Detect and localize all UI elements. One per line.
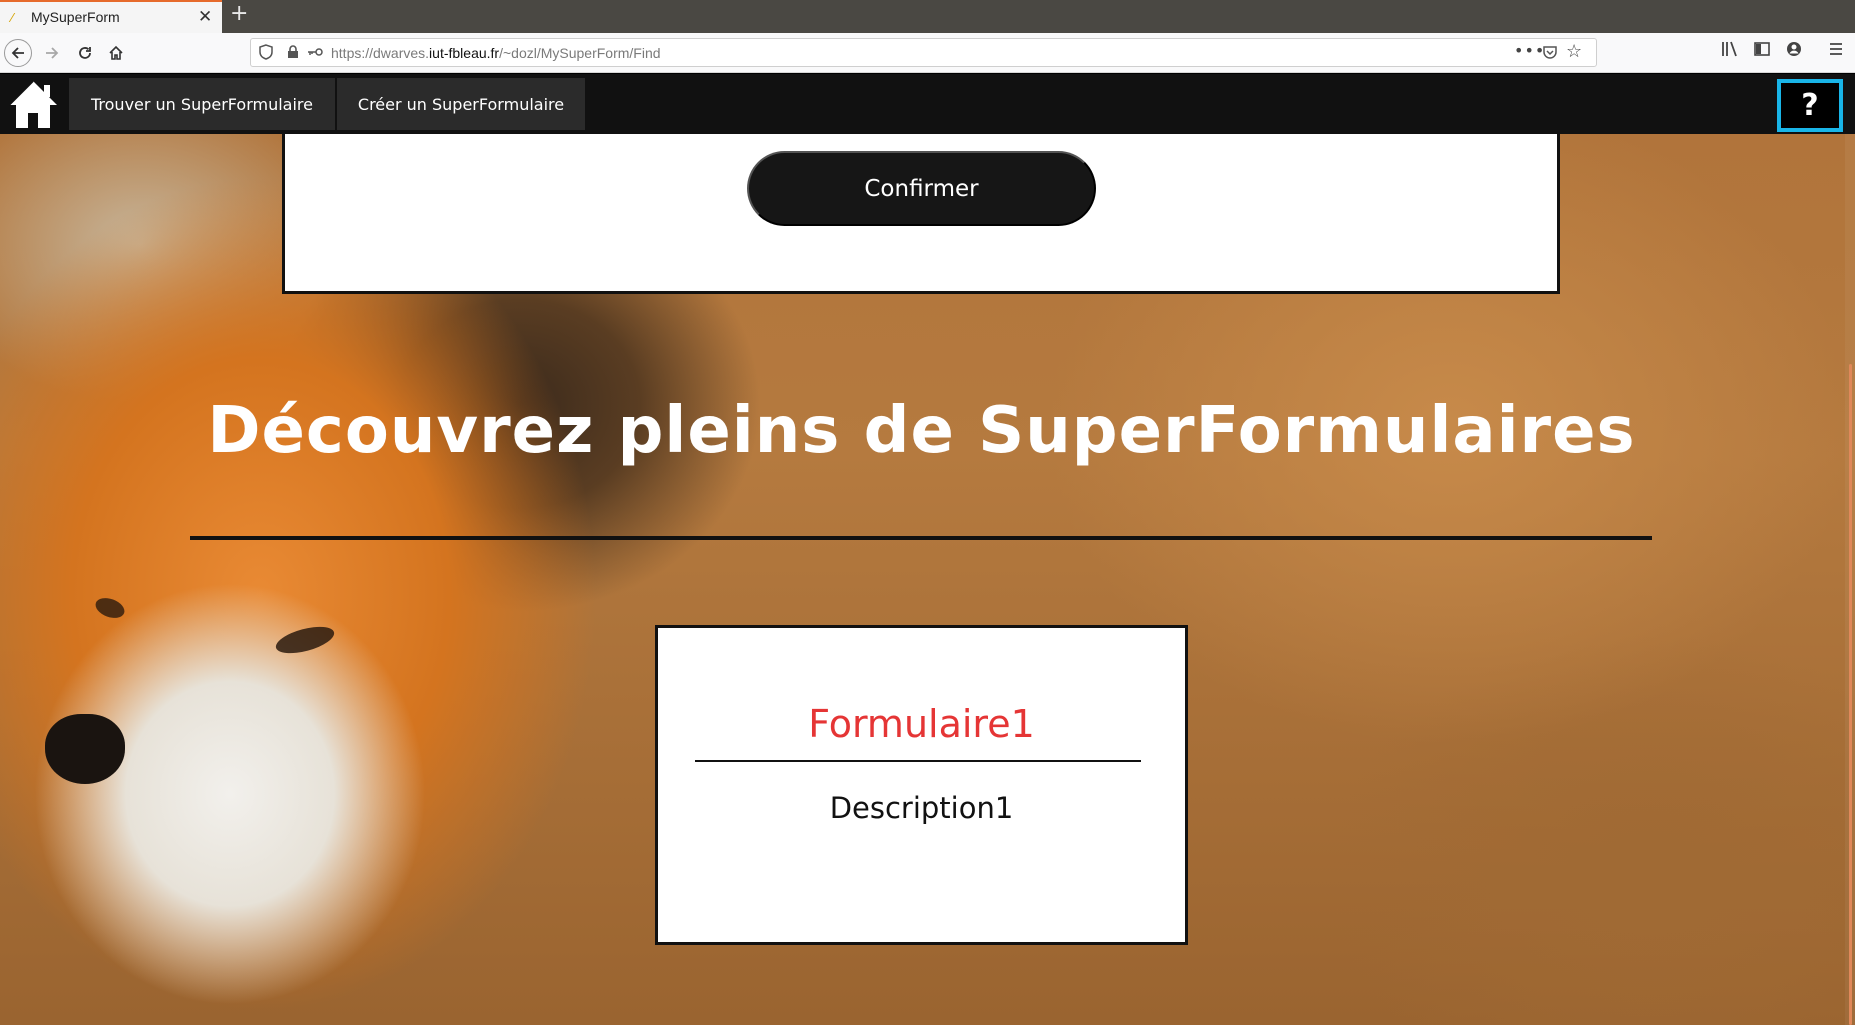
forward-button[interactable]: [38, 39, 66, 67]
favicon-icon: ⁄: [11, 11, 14, 25]
url-text[interactable]: https://dwarves.iut-fbleau.fr/~dozl/MySu…: [331, 45, 661, 61]
url-bar[interactable]: https://dwarves.iut-fbleau.fr/~dozl/MySu…: [250, 38, 1597, 67]
find-superform-link[interactable]: Trouver un SuperFormulaire: [69, 78, 335, 130]
create-superform-link[interactable]: Créer un SuperFormulaire: [337, 78, 585, 130]
fox-nose-shape: [45, 714, 125, 784]
form-card[interactable]: Formulaire1 Description1: [655, 625, 1188, 945]
reload-icon: [79, 47, 91, 59]
house-icon: [8, 80, 57, 128]
hamburger-menu-icon[interactable]: [1828, 41, 1844, 57]
lock-icon[interactable]: [287, 45, 299, 59]
page-viewport: Trouver un SuperFormulaire Créer un Supe…: [0, 74, 1855, 1025]
bookmark-star-icon[interactable]: ☆: [1566, 41, 1582, 62]
new-tab-button[interactable]: +: [230, 1, 248, 26]
form-card-description: Description1: [829, 791, 1014, 825]
page-scrollbar-thumb[interactable]: [1849, 364, 1852, 1025]
confirm-button[interactable]: Confirmer: [747, 151, 1096, 226]
page-headline: Découvrez pleins de SuperFormulaires: [207, 394, 1636, 468]
reload-button[interactable]: [71, 39, 99, 67]
arrow-left-icon: [11, 47, 24, 59]
back-button[interactable]: [4, 39, 32, 67]
section-divider: [190, 536, 1652, 540]
home-icon: [109, 45, 123, 60]
browser-tab[interactable]: ⁄ MySuperForm ✕: [0, 0, 222, 33]
site-home-link[interactable]: [6, 78, 60, 130]
browser-home-button[interactable]: [102, 39, 130, 67]
browser-tab-bar: ⁄ MySuperForm ✕ +: [0, 0, 1855, 33]
close-tab-icon[interactable]: ✕: [198, 7, 212, 27]
help-button[interactable]: ?: [1777, 79, 1843, 132]
form-card-divider: [695, 760, 1141, 762]
account-icon[interactable]: [1786, 41, 1802, 57]
shield-icon[interactable]: [259, 44, 273, 60]
site-navigation: Trouver un SuperFormulaire Créer un Supe…: [0, 74, 1855, 134]
arrow-right-icon: [46, 47, 59, 59]
form-card-title[interactable]: Formulaire1: [658, 702, 1185, 746]
sidebar-icon[interactable]: [1754, 41, 1770, 57]
browser-navigation-bar: https://dwarves.iut-fbleau.fr/~dozl/MySu…: [0, 33, 1855, 73]
tab-title: MySuperForm: [31, 9, 120, 25]
library-icon[interactable]: [1721, 41, 1739, 57]
page-actions-menu[interactable]: •••: [1514, 41, 1545, 60]
pocket-icon[interactable]: [1542, 44, 1558, 60]
key-icon[interactable]: [307, 48, 323, 56]
